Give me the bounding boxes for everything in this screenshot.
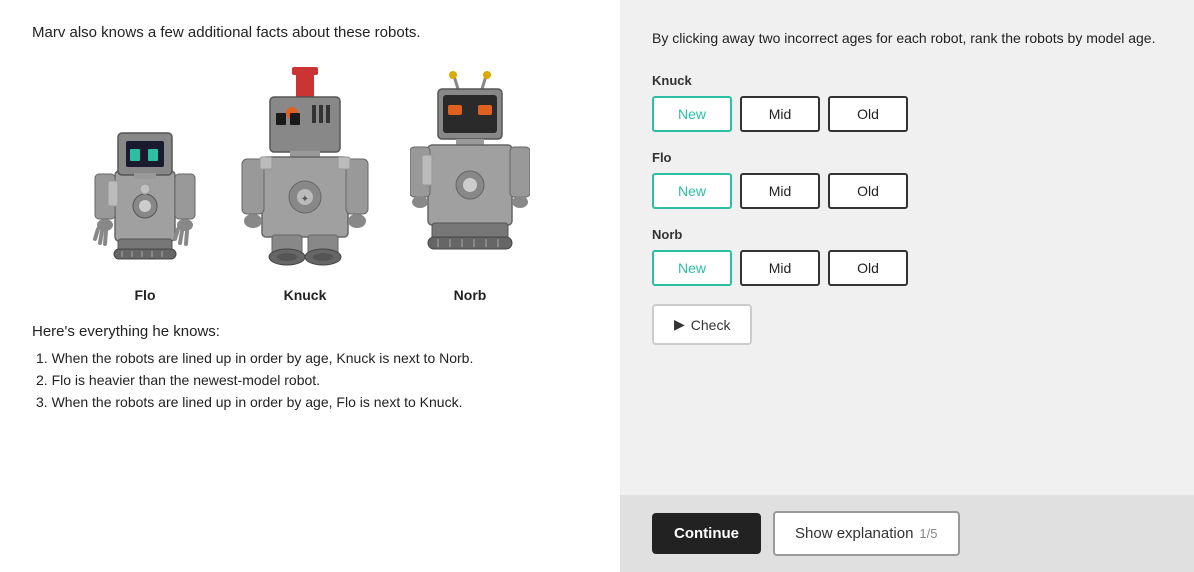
norb-option-buttons: New Mid Old [652,250,1162,286]
robot-figure-flo: Flo [90,81,200,303]
explanation-progress: 1/5 [919,526,937,541]
norb-label: Norb [454,287,487,303]
flo-mid-button[interactable]: Mid [740,173,820,209]
facts-heading: Here's everything he knows: [32,323,588,340]
flo-robot-image [90,81,200,281]
norb-robot-image [410,71,530,281]
knuck-mid-button[interactable]: Mid [740,96,820,132]
knuck-robot-name: Knuck [652,73,1162,88]
knuck-label: Knuck [284,287,327,303]
intro-text: Marv also knows a few additional facts a… [32,24,588,41]
facts-list: 1. When the robots are lined up in order… [32,350,588,416]
knuck-options-group: Knuck New Mid Old [652,73,1162,132]
show-explanation-button[interactable]: Show explanation 1/5 [773,511,960,556]
robot-row: Flo [32,61,588,303]
quiz-area: By clicking away two incorrect ages for … [620,0,1194,495]
robot-figure-knuck: ✦ [240,61,370,303]
fact-3: 3. When the robots are lined up in order… [32,394,588,410]
norb-new-button[interactable]: New [652,250,732,286]
knuck-new-button[interactable]: New [652,96,732,132]
norb-mid-button[interactable]: Mid [740,250,820,286]
check-label: Check [691,317,731,333]
check-button[interactable]: ▶ Check [652,304,752,345]
check-icon: ▶ [674,316,685,333]
fact-2: 2. Flo is heavier than the newest-model … [32,372,588,388]
bottom-bar: Continue Show explanation 1/5 [620,495,1194,572]
flo-robot-name: Flo [652,150,1162,165]
continue-button[interactable]: Continue [652,513,761,554]
flo-new-button[interactable]: New [652,173,732,209]
norb-robot-name: Norb [652,227,1162,242]
flo-label: Flo [135,287,156,303]
knuck-old-button[interactable]: Old [828,96,908,132]
quiz-instruction: By clicking away two incorrect ages for … [652,28,1162,49]
knuck-robot-image: ✦ [240,61,370,281]
norb-options-group: Norb New Mid Old [652,227,1162,286]
flo-option-buttons: New Mid Old [652,173,1162,209]
right-panel: By clicking away two incorrect ages for … [620,0,1194,572]
knuck-option-buttons: New Mid Old [652,96,1162,132]
svg-text:✦: ✦ [301,194,309,205]
norb-old-button[interactable]: Old [828,250,908,286]
show-explanation-label: Show explanation [795,525,913,542]
flo-old-button[interactable]: Old [828,173,908,209]
fact-1: 1. When the robots are lined up in order… [32,350,588,366]
robot-figure-norb: Norb [410,71,530,303]
left-panel: Marv also knows a few additional facts a… [0,0,620,572]
flo-options-group: Flo New Mid Old [652,150,1162,209]
